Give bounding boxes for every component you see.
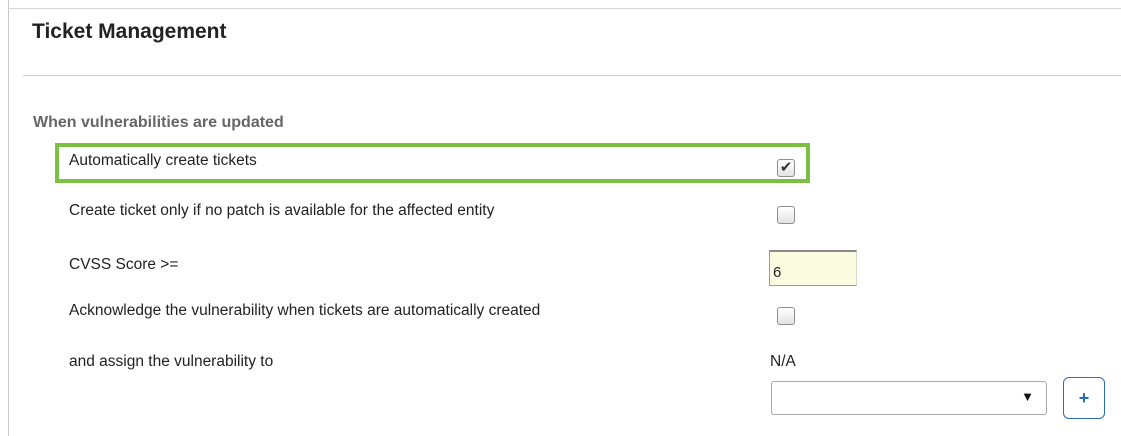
section-label: When vulnerabilities are updated: [33, 114, 284, 131]
plus-icon: +: [1078, 388, 1090, 408]
add-assignee-button[interactable]: +: [1063, 377, 1105, 419]
no-patch-checkbox[interactable]: [777, 206, 795, 224]
title-divider: [23, 75, 1121, 76]
assignee-current-value: N/A: [770, 353, 796, 370]
assign-label: and assign the vulnerability to: [69, 353, 274, 370]
acknowledge-checkbox[interactable]: [777, 307, 795, 325]
no-patch-label: Create ticket only if no patch is availa…: [69, 202, 495, 219]
panel-top-border: [8, 8, 1121, 9]
cvss-score-input[interactable]: [769, 250, 857, 286]
panel-title: Ticket Management: [32, 20, 227, 43]
auto-create-checkbox[interactable]: ✔: [777, 159, 795, 177]
cvss-label: CVSS Score >=: [69, 256, 179, 273]
acknowledge-label: Acknowledge the vulnerability when ticke…: [69, 302, 541, 319]
auto-create-label: Automatically create tickets: [69, 152, 257, 169]
assignee-select[interactable]: ▼: [771, 381, 1047, 415]
panel-left-border: [8, 0, 9, 436]
checkmark-icon: ✔: [779, 159, 793, 176]
dropdown-arrow-icon: ▼: [1021, 389, 1034, 404]
